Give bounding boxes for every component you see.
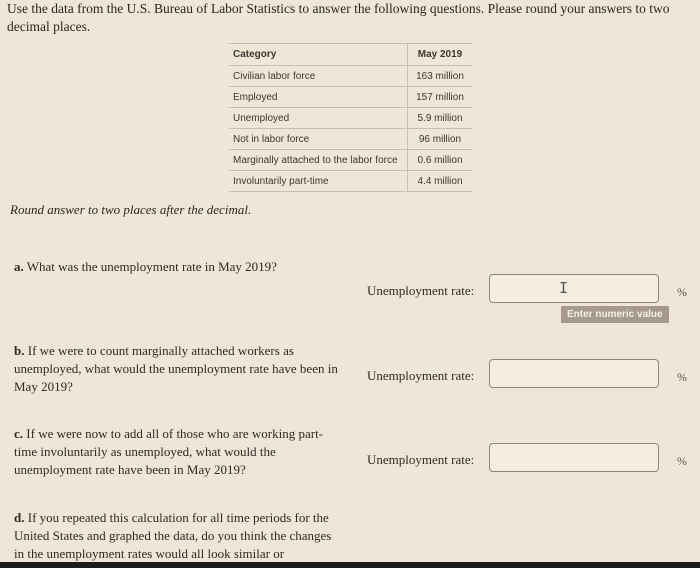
answer-a-unit: % [677, 285, 687, 299]
row-category: Employed [229, 86, 408, 108]
question-text: What was the unemployment rate in May 20… [26, 259, 277, 274]
row-category: Marginally attached to the labor force [229, 149, 408, 171]
row-value: 96 million [407, 128, 472, 150]
question-text: If you repeated this calculation for all… [14, 510, 332, 561]
row-category: Unemployed [229, 107, 408, 129]
text-cursor-icon: I [559, 279, 569, 297]
table-row: Marginally attached to the labor force 0… [229, 149, 472, 171]
table-row: Employed 157 million [229, 86, 472, 108]
rounding-note: Round answer to two places after the dec… [10, 202, 252, 217]
question-letter: b. [14, 343, 25, 358]
question-letter: a. [14, 259, 24, 274]
row-value: 4.4 million [407, 170, 472, 192]
header-may-2019: May 2019 [407, 43, 472, 66]
screen-edge [0, 562, 700, 568]
question-letter: d. [14, 510, 25, 525]
table-row: Not in labor force 96 million [229, 128, 472, 150]
input-tooltip: Enter numeric value [561, 306, 669, 323]
table-row: Involuntarily part-time 4.4 million [229, 170, 472, 192]
question-a: a. What was the unemployment rate in May… [14, 258, 344, 276]
question-d: d. If you repeated this calculation for … [14, 509, 344, 563]
answer-b-label: Unemployment rate: [367, 368, 475, 383]
question-letter: c. [14, 426, 24, 441]
question-c: c. If we were now to add all of those wh… [14, 425, 344, 479]
row-category: Not in labor force [229, 128, 408, 150]
row-value: 157 million [407, 86, 472, 108]
answer-a-label: Unemployment rate: [367, 283, 475, 298]
answer-b-input[interactable] [489, 359, 659, 388]
table-row: Unemployed 5.9 million [229, 107, 472, 129]
answer-c-unit: % [677, 454, 687, 468]
question-b: b. If we were to count marginally attach… [14, 342, 344, 396]
question-text: If we were to count marginally attached … [14, 343, 338, 394]
answer-c-input[interactable] [489, 443, 659, 472]
row-category: Involuntarily part-time [229, 170, 408, 192]
question-text: If we were now to add all of those who a… [14, 426, 324, 477]
header-category: Category [229, 43, 408, 66]
row-value: 5.9 million [407, 107, 472, 129]
instructions-text: Use the data from the U.S. Bureau of Lab… [7, 1, 670, 34]
table-header-row: Category May 2019 [229, 43, 472, 66]
answer-c-label: Unemployment rate: [367, 452, 475, 467]
answer-a-input[interactable]: I [489, 274, 659, 303]
row-value: 163 million [407, 65, 472, 87]
table-row: Civilian labor force 163 million [229, 65, 472, 87]
labor-statistics-table: Category May 2019 Civilian labor force 1… [229, 43, 472, 192]
answer-b-unit: % [677, 370, 687, 384]
row-value: 0.6 million [407, 149, 472, 171]
row-category: Civilian labor force [229, 65, 408, 87]
